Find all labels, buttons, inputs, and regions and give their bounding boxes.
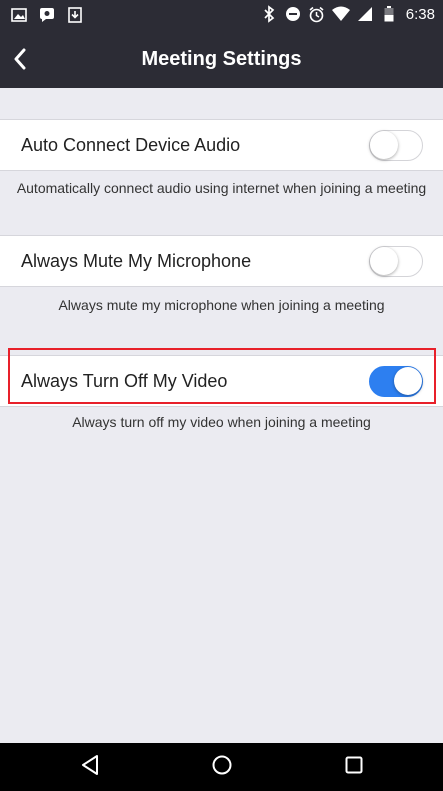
home-circle-icon: [211, 754, 233, 781]
status-system-icons: 6:38: [260, 5, 435, 23]
back-triangle-icon: [80, 754, 100, 781]
status-time: 6:38: [405, 5, 435, 23]
system-home-button[interactable]: [210, 755, 234, 779]
setting-description: Automatically connect audio using intern…: [16, 180, 427, 196]
signal-icon: [356, 5, 374, 23]
toggle-knob: [370, 247, 398, 275]
recents-square-icon: [344, 755, 364, 780]
page-title: Meeting Settings: [141, 48, 302, 70]
setting-row-auto-connect-audio[interactable]: Auto Connect Device Audio: [0, 119, 443, 171]
setting-label: Auto Connect Device Audio: [21, 135, 241, 155]
auto-connect-audio-toggle[interactable]: [369, 130, 423, 161]
battery-icon: [380, 5, 398, 23]
setting-label: Always Turn Off My Video: [21, 371, 228, 391]
status-bar: 6:38: [0, 0, 443, 34]
download-notification-icon: [66, 6, 84, 24]
toggle-knob: [394, 367, 422, 395]
status-notifications: [10, 6, 84, 24]
turn-off-video-toggle[interactable]: [369, 366, 423, 397]
image-notification-icon: [10, 6, 28, 24]
setting-description: Always mute my microphone when joining a…: [58, 297, 385, 313]
system-back-button[interactable]: [78, 754, 102, 781]
system-recents-button[interactable]: [342, 755, 366, 779]
alarm-icon: [308, 5, 326, 23]
wifi-icon: [331, 5, 350, 23]
navigation-header: Meeting Settings: [0, 34, 443, 88]
setting-description: Always turn off my video when joining a …: [72, 414, 371, 430]
setting-row-turn-off-video[interactable]: Always Turn Off My Video: [0, 355, 443, 407]
chat-notification-icon: [38, 6, 56, 24]
setting-label: Always Mute My Microphone: [21, 251, 252, 271]
setting-row-mute-microphone[interactable]: Always Mute My Microphone: [0, 235, 443, 287]
system-navigation-bar: [0, 743, 443, 791]
do-not-disturb-icon: [284, 5, 302, 23]
bluetooth-icon: [260, 5, 278, 23]
toggle-knob: [370, 131, 398, 159]
settings-list: Auto Connect Device Audio Automatically …: [0, 88, 443, 432]
mute-microphone-toggle[interactable]: [369, 246, 423, 277]
